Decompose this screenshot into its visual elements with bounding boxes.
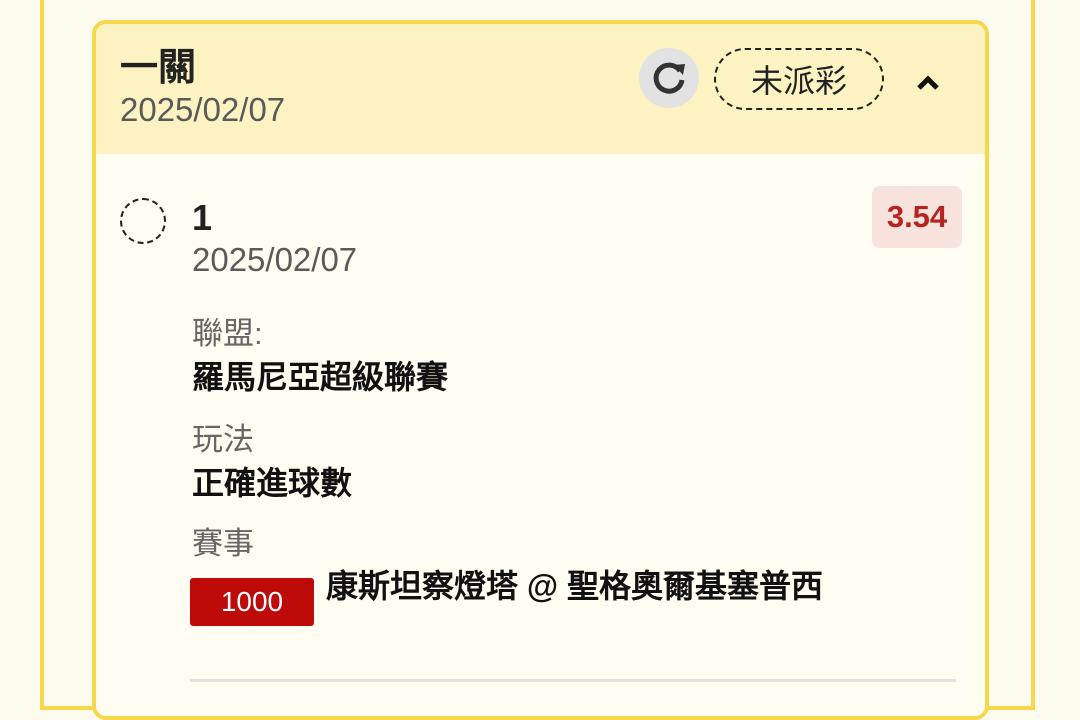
bet-card-header[interactable]: 一關 2025/02/07 未派彩 <box>96 24 985 154</box>
leg-status-circle <box>120 198 166 244</box>
chevron-up-icon <box>917 75 939 90</box>
bet-type-title: 一關 <box>120 47 197 89</box>
match-number-badge: 1000 <box>190 578 314 626</box>
pool-value: 正確進球數 <box>192 465 353 501</box>
collapse-button[interactable] <box>908 62 948 102</box>
divider <box>190 679 956 682</box>
match-name: 康斯坦察燈塔 @ 聖格奧爾基塞普西 <box>326 568 823 604</box>
league-label: 聯盟: <box>192 316 263 351</box>
leg-number: 1 <box>192 197 213 238</box>
league-value: 羅馬尼亞超級聯賽 <box>192 359 449 395</box>
status-badge: 未派彩 <box>714 48 884 110</box>
refresh-icon <box>653 62 685 94</box>
pool-label: 玩法 <box>192 422 254 457</box>
bet-date: 2025/02/07 <box>120 91 286 128</box>
bet-card: 一關 2025/02/07 未派彩 1 2025/02/07 3.54 聯盟: … <box>92 20 989 720</box>
leg-date: 2025/02/07 <box>192 241 358 278</box>
match-label: 賽事 <box>192 526 254 561</box>
refresh-button[interactable] <box>639 48 699 108</box>
odds-badge: 3.54 <box>872 186 962 248</box>
